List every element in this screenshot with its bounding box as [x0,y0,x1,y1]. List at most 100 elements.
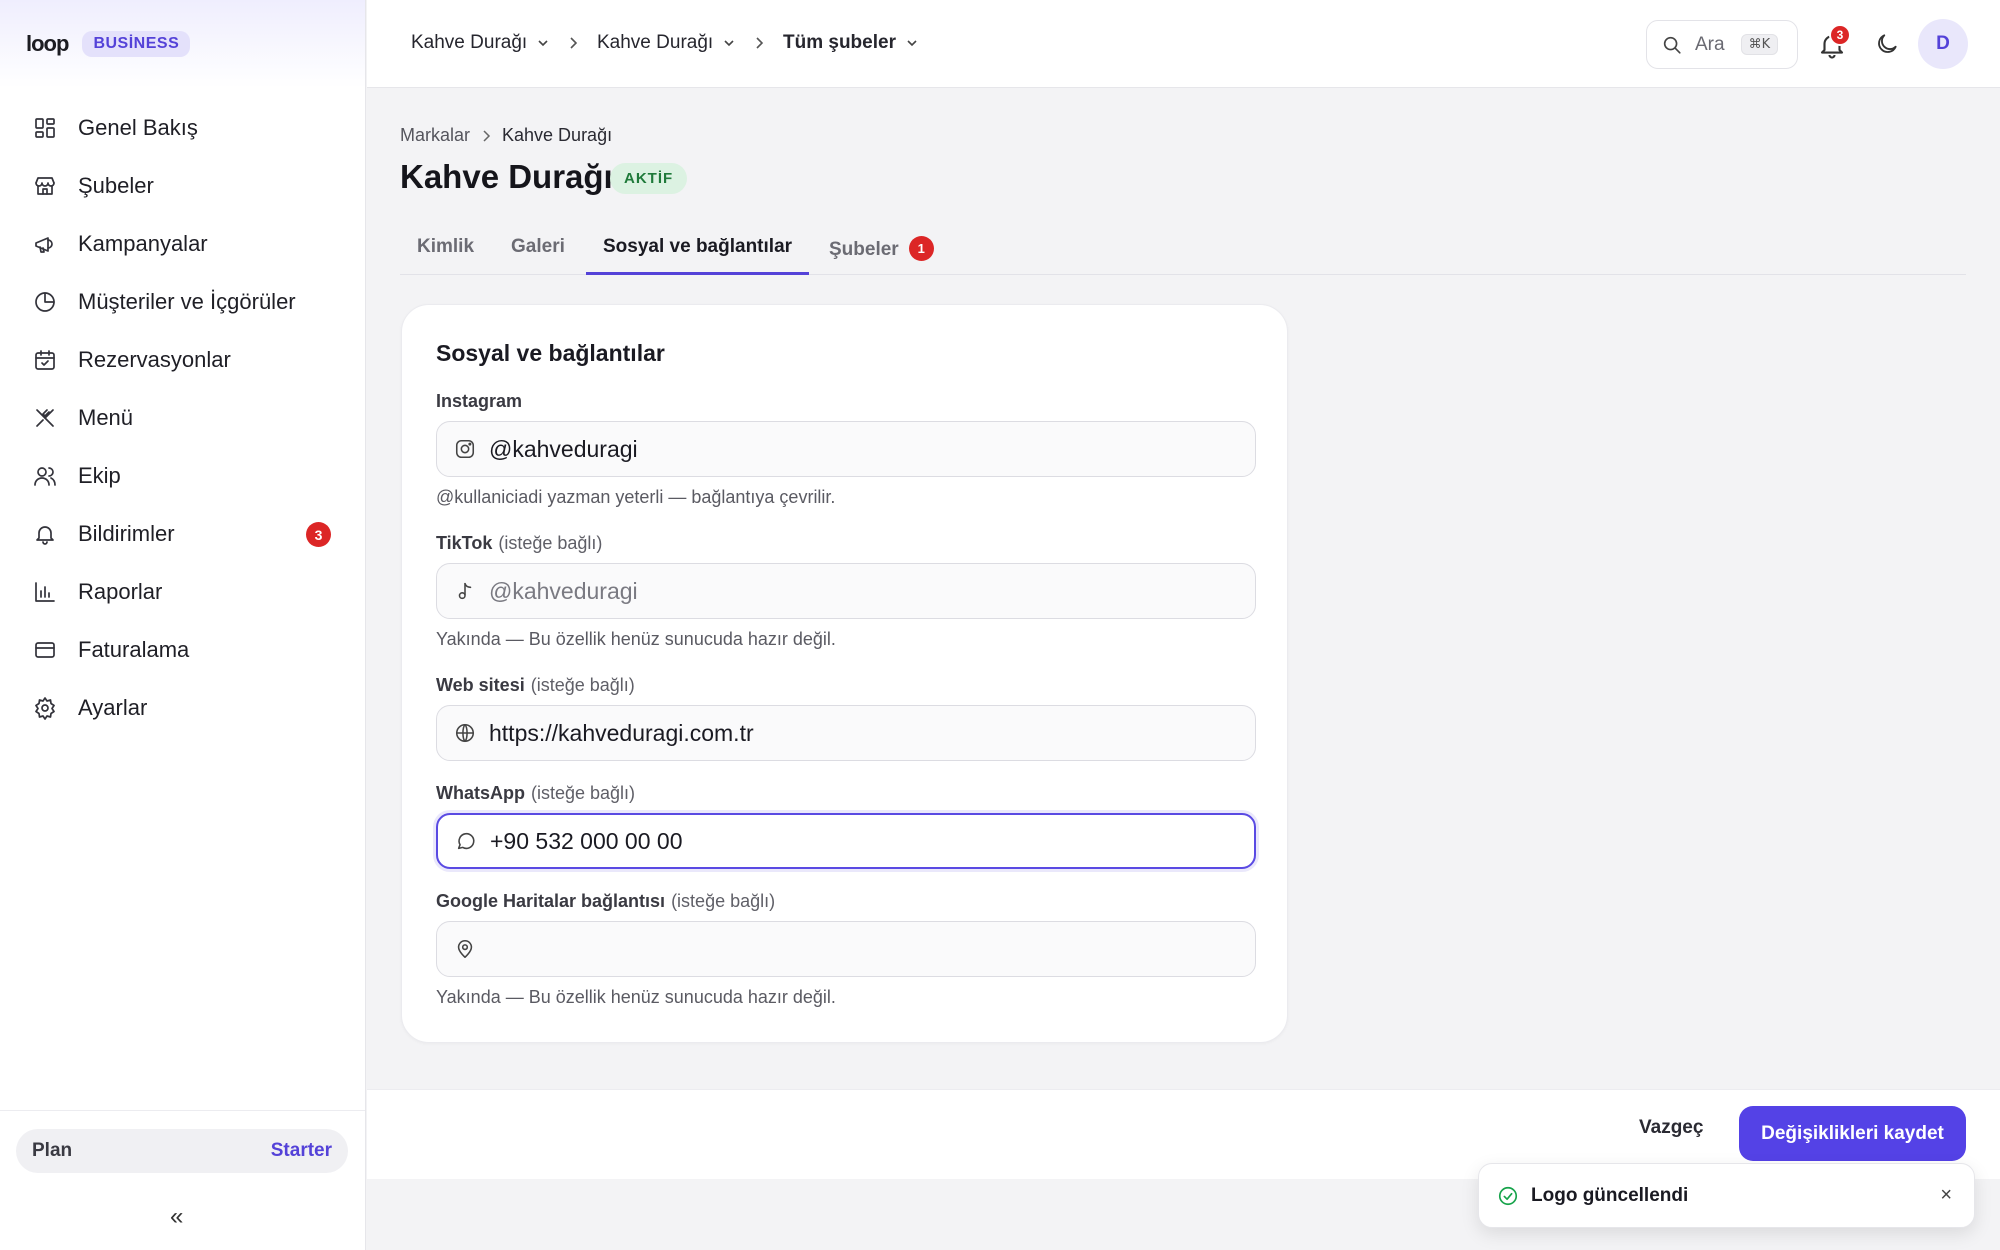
user-avatar[interactable]: D [1918,19,1968,69]
whatsapp-input[interactable] [490,827,1250,855]
branches-count-badge: 1 [908,236,934,261]
sidebar-item-reports[interactable]: Raporlar [0,563,365,621]
breadcrumb: Markalar Kahve Durağı [400,125,612,146]
check-circle-icon [1498,1186,1518,1205]
website-label: Web sitesi (isteğe bağlı) [436,675,635,695]
optional-tag: (isteğe bağlı) [498,533,603,553]
plan-value: Starter [270,1140,332,1161]
chevron-down-icon [538,40,548,47]
sidebar-item-team[interactable]: Ekip [0,447,365,505]
instagram-hint: @kullaniciadi yazman yeterli — bağlantıy… [436,487,836,507]
website-field [436,705,1256,761]
music-note-icon [453,579,477,603]
venue-switcher-label: Kahve Durağı [597,32,714,53]
cancel-button[interactable]: Vazgeç [1639,1117,1703,1139]
toast-message: Logo güncellendi [1531,1184,1689,1206]
sidebar-item-menu[interactable]: Menü [0,389,365,447]
tiktok-hint: Yakında — Bu özellik henüz sunucuda hazı… [436,629,836,649]
brand-switcher[interactable]: Kahve Durağı [411,32,550,54]
sidebar-item-reservations[interactable]: Rezervasyonlar [0,331,365,389]
optional-tag: (isteğe bağlı) [530,675,635,695]
globe-icon [453,721,477,745]
sidebar-item-label: Şubeler [78,173,154,198]
chevron-down-icon [724,40,734,47]
sidebar: loop BUSİNESS Genel Bakış Şubeler Kampan… [0,0,366,1250]
tab-gallery[interactable]: Galeri [494,230,582,275]
maps-input[interactable] [489,935,1249,963]
dashboard-icon [32,115,58,141]
sidebar-item-billing[interactable]: Faturalama [0,621,365,679]
whatsapp-label: WhatsApp (isteğe bağlı) [436,783,636,803]
chat-bubble-icon [454,829,478,853]
tab-social-links[interactable]: Sosyal ve bağlantılar [586,230,810,275]
maps-label: Google Haritalar bağlantısı (isteğe bağlı… [436,891,776,911]
search-shortcut: ⌘K [1740,34,1779,55]
chevron-right-icon [756,37,764,49]
optional-tag: (isteğe bağlı) [671,891,776,911]
credit-card-icon [32,637,58,663]
gear-icon [32,695,58,721]
chevron-right-icon [570,37,578,49]
sidebar-item-notifications[interactable]: Bildirimler 3 [0,505,365,563]
notifications-count-badge: 3 [306,522,331,547]
plan-label: Plan [32,1140,73,1161]
sidebar-item-label: Genel Bakış [78,115,198,140]
instagram-label: Instagram [436,391,523,411]
breadcrumb-current: Kahve Durağı [502,125,613,145]
search-icon [1663,36,1681,54]
page-title: Kahve Durağı [400,158,613,195]
store-icon [32,173,58,199]
tiktok-label: TikTok (isteğe bağlı) [436,533,603,553]
sidebar-item-settings[interactable]: Ayarlar [0,679,365,737]
app-logo[interactable]: loop [26,31,69,57]
megaphone-icon [32,231,58,257]
search-label: Ara [1695,33,1725,55]
sidebar-item-label: Bildirimler [78,521,175,546]
whatsapp-field [436,813,1256,869]
maps-field [436,921,1256,977]
sidebar-item-label: Raporlar [78,579,163,604]
sidebar-item-branches[interactable]: Şubeler [0,157,365,215]
sidebar-item-customers[interactable]: Müşteriler ve İçgörüler [0,273,365,331]
sidebar-header: loop BUSİNESS [0,0,365,88]
sidebar-footer: Plan Starter « [0,1110,365,1250]
brand-switcher-label: Kahve Durağı [411,32,528,53]
tab-bar: Kimlik Galeri Sosyal ve bağlantılar Şube… [400,230,1966,275]
sidebar-item-label: Ayarlar [78,695,148,720]
plan-indicator[interactable]: Plan Starter [16,1129,348,1173]
breadcrumb-brands-link[interactable]: Markalar [400,125,470,146]
optional-tag: (isteğe bağlı) [531,783,636,803]
save-changes-button[interactable]: Değişiklikleri kaydet [1739,1106,1966,1161]
social-links-card: Sosyal ve bağlantılar Instagram @kullani… [401,304,1288,1043]
map-pin-icon [453,937,477,961]
calendar-check-icon [32,347,58,373]
sidebar-item-label: Müşteriler ve İçgörüler [78,289,296,314]
tab-branches-label: Şubeler [829,239,899,260]
card-title: Sosyal ve bağlantılar [436,340,665,366]
instagram-input[interactable] [489,435,1249,463]
instagram-field [436,421,1256,477]
venue-switcher[interactable]: Kahve Durağı [597,32,736,54]
sidebar-item-label: Ekip [78,463,121,488]
sidebar-item-overview[interactable]: Genel Bakış [0,99,365,157]
moon-icon[interactable] [1874,31,1900,57]
branch-switcher-label: Tüm şubeler [783,32,896,53]
close-icon[interactable]: × [1940,1184,1952,1207]
sidebar-item-label: Menü [78,405,134,430]
website-input[interactable] [489,719,1249,747]
collapse-sidebar-icon[interactable]: « [170,1203,183,1231]
search-button[interactable]: Ara ⌘K [1646,20,1798,69]
notification-count-badge: 3 [1829,24,1851,46]
topbar: Kahve Durağı Kahve Durağı Tüm şubeler Ar… [367,0,2000,88]
tiktok-input[interactable] [489,577,1249,605]
sidebar-item-campaigns[interactable]: Kampanyalar [0,215,365,273]
tab-identity[interactable]: Kimlik [400,230,491,275]
branch-switcher[interactable]: Tüm şubeler [783,32,919,54]
toast-notification: Logo güncellendi × [1478,1163,1975,1228]
edition-badge: BUSİNESS [82,31,191,57]
sidebar-item-label: Kampanyalar [78,231,208,256]
chevron-down-icon [907,40,917,47]
tab-branches[interactable]: Şubeler 1 [812,230,951,275]
sidebar-item-label: Rezervasyonlar [78,347,231,372]
sidebar-item-label: Faturalama [78,637,190,662]
